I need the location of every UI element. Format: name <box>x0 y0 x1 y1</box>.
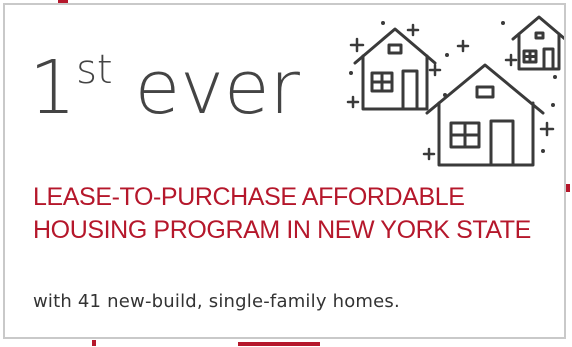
medium-house-icon <box>353 27 437 111</box>
decorative-accent-right <box>566 184 570 192</box>
large-house-icon <box>425 63 545 167</box>
stat-word: ever <box>134 45 300 131</box>
page: 1st ever LEASE-TO-PURCHASE AFFORDABLE HO… <box>0 0 572 347</box>
stat-card: 1st ever LEASE-TO-PURCHASE AFFORDABLE HO… <box>3 3 566 339</box>
headline-line-2: HOUSING PROGRAM IN NEW YORK STATE <box>33 216 531 244</box>
program-subtext: with 41 new-build, single-family homes. <box>33 291 400 312</box>
headline-line-1: LEASE-TO-PURCHASE AFFORDABLE <box>33 183 465 211</box>
decorative-accent-bottom <box>238 342 320 346</box>
stat-ordinal-suffix: st <box>76 47 113 93</box>
decorative-accent-bottom-left <box>92 340 96 346</box>
stat-headline: 1st ever <box>29 50 300 125</box>
stat-number: 1 <box>29 45 76 131</box>
houses-with-sparkles-icon <box>346 15 564 167</box>
program-headline: LEASE-TO-PURCHASE AFFORDABLE HOUSING PRO… <box>33 181 553 247</box>
small-house-icon <box>511 15 564 71</box>
